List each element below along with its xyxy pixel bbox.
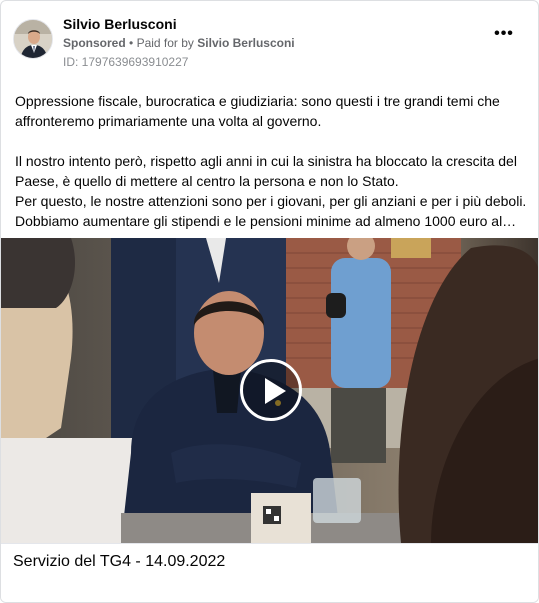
post-paragraph-truncated[interactable]: Dobbiamo aumentare gli stipendi e le pen… xyxy=(15,211,527,231)
play-icon[interactable] xyxy=(240,359,302,421)
avatar[interactable] xyxy=(13,19,53,59)
sponsorship-line: Sponsored • Paid for by Silvio Berluscon… xyxy=(63,34,295,52)
post-paragraph: Per questo, le nostre attenzioni sono pe… xyxy=(15,193,527,209)
library-id: ID: 1797639693910227 xyxy=(63,55,189,69)
post-paragraph: Il nostro intento però, rispetto agli an… xyxy=(15,153,517,189)
post-meta: Silvio Berlusconi Sponsored • Paid for b… xyxy=(63,15,295,70)
page-name[interactable]: Silvio Berlusconi xyxy=(63,15,295,33)
sponsored-label: Sponsored xyxy=(63,36,126,50)
paid-for-prefix: Paid for by xyxy=(136,36,194,50)
post-text: Oppressione fiscale, burocratica e giudi… xyxy=(15,91,527,231)
video-player[interactable] xyxy=(1,238,538,543)
video-caption: Servizio del TG4 - 14.09.2022 xyxy=(13,553,226,570)
play-triangle-icon xyxy=(265,378,286,404)
paid-for-by-name[interactable]: Silvio Berlusconi xyxy=(197,36,294,50)
post-paragraph: Oppressione fiscale, burocratica e giudi… xyxy=(15,93,500,129)
ellipsis-horizontal-icon[interactable]: ••• xyxy=(492,26,516,45)
separator-dot: • xyxy=(129,36,134,50)
post-header: Silvio Berlusconi Sponsored • Paid for b… xyxy=(13,15,526,73)
sponsored-post-card: Silvio Berlusconi Sponsored • Paid for b… xyxy=(0,0,539,603)
media-caption-bar[interactable]: Servizio del TG4 - 14.09.2022 xyxy=(1,543,538,602)
